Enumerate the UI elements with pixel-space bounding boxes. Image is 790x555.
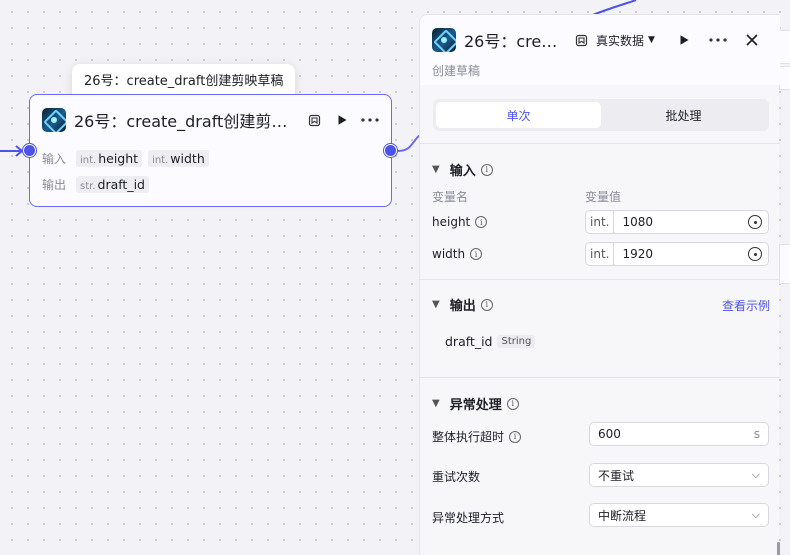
more-icon[interactable]	[707, 29, 729, 51]
output-section-title: 输出	[449, 299, 476, 314]
width-value: 1920	[622, 247, 654, 261]
bookmark-icon[interactable]	[570, 29, 592, 51]
output-port[interactable]	[384, 144, 397, 157]
timeout-value: 600	[598, 427, 621, 441]
col-head-name: 变量名	[432, 190, 469, 204]
data-mode-label: 真实数据	[596, 33, 645, 48]
section-divider	[420, 377, 780, 378]
chevron-down-icon: ▼	[432, 299, 440, 310]
background-node-peek	[779, 244, 790, 284]
retry-select[interactable]: 不重试 ⌵	[589, 463, 769, 487]
info-icon[interactable]: i	[470, 248, 483, 260]
error-method-value: 中断流程	[598, 508, 647, 523]
app-logo-icon	[432, 28, 456, 52]
node-config-panel: 26号：create_draft创建剪映草稿 真实数据 ▼ 创建草稿 单次 批处…	[419, 14, 780, 555]
chevron-down-icon: ▼	[432, 398, 440, 409]
col-head-value: 变量值	[585, 190, 622, 204]
bookmark-icon[interactable]	[303, 109, 325, 131]
caret-down-icon: ▼	[648, 35, 655, 45]
node-title: 26号：create_draft创建剪映草稿	[74, 112, 297, 131]
data-mode-select[interactable]: 真实数据 ▼	[596, 32, 655, 49]
run-mode-tabs: 单次 批处理	[433, 99, 769, 131]
more-icon[interactable]	[359, 109, 381, 131]
timeout-label: 整体执行超时 i	[432, 428, 522, 445]
workflow-node-create-draft[interactable]: 26号：create_draft创建剪映草稿 输入 int. height int…	[29, 94, 392, 207]
error-section-header[interactable]: ▼ 异常处理 i	[432, 394, 519, 413]
node-header: 26号：create_draft创建剪映草稿	[42, 107, 381, 133]
output-tag-draft-id: str. draft_id	[76, 175, 149, 193]
output-row-label: 输出	[42, 177, 67, 192]
app-logo-icon	[42, 108, 66, 132]
chevron-down-icon: ⌵	[751, 468, 760, 481]
node-inputs-row: 输入 int. height int. width	[42, 148, 215, 168]
tab-batch[interactable]: 批处理	[601, 102, 766, 128]
play-icon[interactable]	[673, 29, 695, 51]
type-prefix: int.	[586, 243, 615, 265]
input-port[interactable]	[23, 144, 36, 157]
param-label-width: width i	[432, 247, 483, 261]
info-icon[interactable]: i	[509, 430, 522, 443]
section-divider	[420, 143, 780, 144]
param-label-height: height i	[432, 215, 488, 229]
info-icon[interactable]: i	[480, 298, 493, 311]
height-value-input[interactable]: int. 1080	[585, 210, 769, 234]
output-var-draft-id: draft_id String	[445, 334, 536, 349]
arrow-head-icon	[15, 145, 24, 157]
panel-header: 26号：create_draft创建剪映草稿 真实数据 ▼	[432, 27, 771, 53]
info-icon[interactable]: i	[480, 163, 493, 176]
background-node-peek	[779, 30, 790, 64]
input-section-title: 输入	[449, 164, 476, 179]
height-value: 1080	[622, 215, 654, 229]
outgoing-edge	[397, 134, 421, 152]
input-tag-width: int. width	[148, 149, 209, 167]
error-section-title: 异常处理	[449, 398, 502, 413]
workflow-canvas[interactable]: 26号：create_draft创建剪映草稿 26号：create_draft创…	[0, 0, 790, 555]
play-icon[interactable]	[331, 109, 353, 131]
width-value-input[interactable]: int. 1920	[585, 242, 769, 266]
error-method-label: 异常处理方式	[432, 511, 505, 525]
output-section-header[interactable]: ▼ 输出 i	[432, 295, 493, 314]
panel-title: 26号：create_draft创建剪映草稿	[464, 32, 562, 51]
chevron-down-icon: ▼	[432, 164, 440, 175]
info-icon[interactable]: i	[506, 397, 519, 410]
tooltip-text: 26号：create_draft创建剪映草稿	[84, 74, 284, 89]
view-example-link[interactable]: 查看示例	[722, 297, 770, 314]
node-outputs-row: 输出 str. draft_id	[42, 174, 155, 194]
input-tag-height: int. height	[76, 149, 143, 167]
timeout-unit: s	[753, 427, 760, 441]
info-icon[interactable]: i	[475, 216, 488, 228]
error-method-select[interactable]: 中断流程 ⌵	[589, 503, 769, 527]
chevron-down-icon: ⌵	[751, 508, 760, 521]
type-prefix: int.	[586, 211, 615, 233]
tab-single[interactable]: 单次	[436, 102, 601, 128]
retry-value: 不重试	[598, 468, 635, 483]
retry-label: 重试次数	[432, 470, 481, 484]
variable-ref-icon[interactable]	[748, 215, 762, 229]
background-node-peek	[779, 66, 790, 90]
input-row-label: 输入	[42, 151, 67, 166]
variable-ref-icon[interactable]	[748, 247, 762, 261]
section-divider	[420, 279, 780, 280]
panel-scrollbar[interactable]	[777, 542, 780, 555]
input-section-header[interactable]: ▼ 输入 i	[432, 160, 493, 179]
panel-subtitle: 创建草稿	[432, 64, 481, 78]
timeout-input[interactable]: 600 s	[589, 422, 769, 446]
close-icon[interactable]	[741, 29, 763, 51]
